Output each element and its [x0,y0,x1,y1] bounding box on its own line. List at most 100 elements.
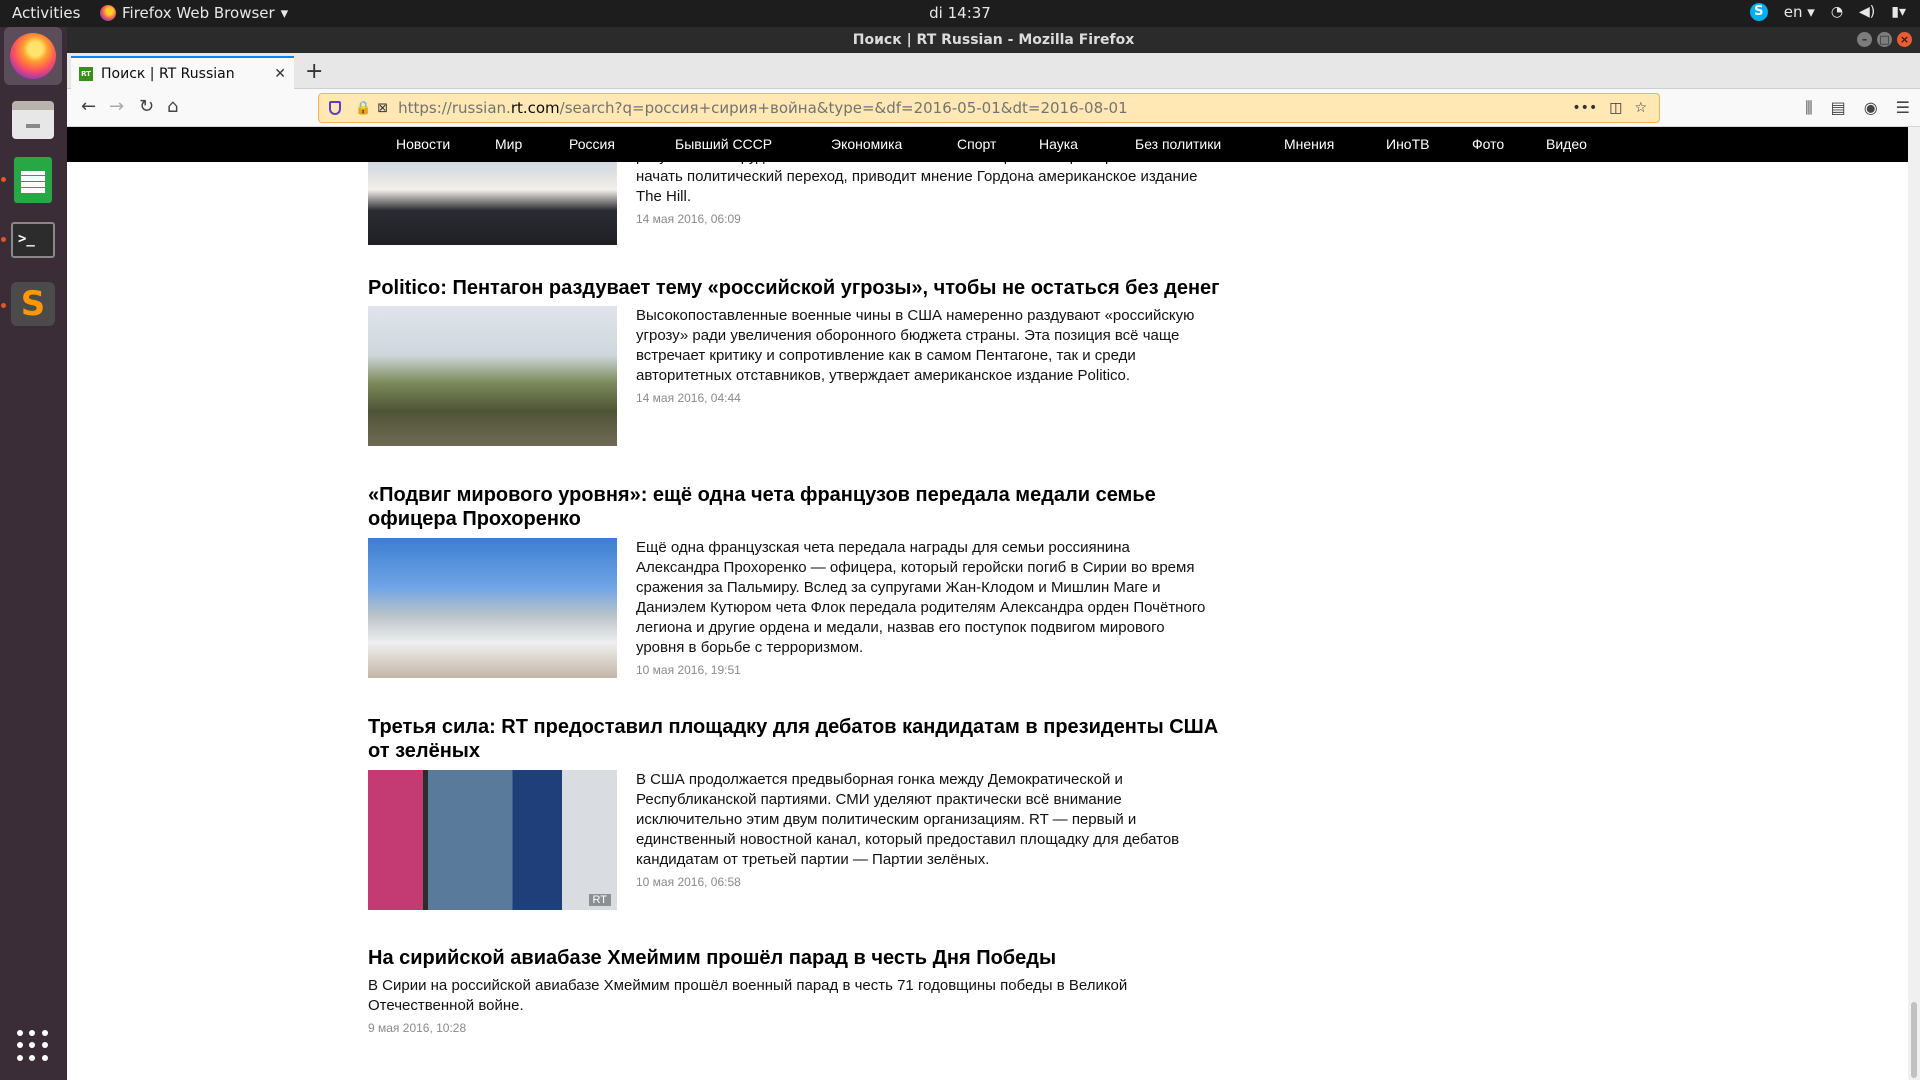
spreadsheet-icon [14,157,52,203]
article-image[interactable] [368,306,617,446]
dock-terminal[interactable]: >_ [4,211,62,269]
article-date: 10 мая 2016, 06:58 [636,875,741,889]
window-title-bar[interactable]: Поиск | RT Russian - Mozilla Firefox – □… [67,27,1920,53]
site-nav-item-world[interactable]: Мир [495,136,522,152]
dock-files[interactable] [4,91,62,149]
toolbar-right: ⫼ ▤ ◉ ☰ [1805,98,1910,118]
grid-dot [41,1054,48,1061]
article-headline[interactable]: На сирийской авиабазе Хмеймим прошёл пар… [368,946,1228,970]
article-image[interactable] [368,538,617,678]
article-date: 9 мая 2016, 10:28 [368,1021,467,1035]
site-nav-item-opinions[interactable]: Мнения [1284,136,1334,152]
show-applications-button[interactable] [17,1030,49,1062]
new-tab-button[interactable]: + [305,59,323,84]
site-nav-item-video[interactable]: Видео [1546,136,1587,152]
search-result: На сирийской авиабазе Хмеймим прошёл пар… [368,946,1228,1038]
url-text[interactable]: https://russian.rt.com/search?q=россия+с… [398,99,1572,117]
minimize-button[interactable]: – [1857,32,1872,47]
article-teaser: В США продолжается предвыборная гонка ме… [636,770,1216,892]
window-controls: – □ × [1857,32,1912,47]
running-indicator [1,303,6,308]
article-headline[interactable]: Третья сила: RT предоставил площадку для… [368,715,1228,763]
sidebar-icon[interactable]: ▤ [1831,98,1846,118]
grid-dot [41,1042,48,1049]
maximize-button[interactable]: □ [1877,32,1892,47]
activities-button[interactable]: Activities [12,4,80,22]
article-teaser: Высокопоставленные военные чины в США на… [636,306,1216,408]
page-scrollbar[interactable] [1908,127,1920,1080]
battery-icon[interactable]: ▮▾ [1891,4,1906,20]
site-nav-item-inotv[interactable]: ИноТВ [1386,136,1429,152]
site-nav-item-science[interactable]: Наука [1039,136,1078,152]
running-indicator [1,177,6,182]
search-result: «Подвиг мирового уровня»: ещё одна чета … [368,483,1228,678]
site-nav-item-no-politics[interactable]: Без политики [1135,136,1221,152]
volume-icon[interactable]: ◀) [1859,4,1875,20]
article-date: 14 мая 2016, 04:44 [636,391,741,405]
reload-button[interactable]: ↻ [139,96,154,117]
grid-dot [17,1054,23,1061]
dock: >_ S [0,27,67,1080]
grid-dot [29,1042,36,1049]
tab-rt-search[interactable]: RT Поиск | RT Russian ✕ [71,56,294,89]
skype-icon[interactable]: S [1749,3,1768,21]
terminal-icon: >_ [11,222,55,258]
sublime-text-icon: S [11,282,55,326]
firefox-icon [10,33,56,79]
article-teaser: Ещё одна французская чета передала награ… [636,538,1216,680]
tab-strip: RT Поиск | RT Russian ✕ + [67,53,1920,89]
pocket-icon[interactable]: ◫ [1609,100,1622,116]
search-result: Politico: Пентагон раздувает тему «росси… [368,276,1228,446]
back-button[interactable]: ← [81,96,96,117]
running-indicator [1,237,6,242]
close-window-button[interactable]: × [1897,32,1912,47]
grid-dot [17,1030,23,1036]
grid-dot [17,1042,23,1049]
files-icon [12,101,54,139]
lock-icon[interactable]: 🔒 [355,101,371,116]
wifi-icon[interactable]: ◔ [1831,4,1843,20]
tab-title: Поиск | RT Russian [101,65,235,82]
scrollbar-thumb[interactable] [1911,1002,1917,1078]
article-date: 14 мая 2016, 06:09 [636,212,741,226]
permissions-icon[interactable]: ⊠ [377,101,388,116]
dock-calc[interactable] [4,151,62,209]
article-headline[interactable]: «Подвиг мирового уровня»: ещё одна чета … [368,483,1228,531]
app-menu-label: Firefox Web Browser [122,4,275,22]
dock-firefox[interactable] [4,27,62,85]
site-navigation: Новости Мир Россия Бывший СССР Экономика… [67,127,1908,162]
page-actions-icon[interactable]: ••• [1572,100,1597,116]
grid-dot [29,1054,36,1061]
close-tab-icon[interactable]: ✕ [274,66,286,82]
grid-dot [29,1030,36,1036]
site-nav-item-russia[interactable]: Россия [569,136,615,152]
firefox-icon [100,5,116,21]
library-icon[interactable]: ⫼ [1805,98,1812,118]
site-nav-item-photo[interactable]: Фото [1472,136,1504,152]
window-title: Поиск | RT Russian - Mozilla Firefox [852,32,1135,48]
chevron-down-icon: ▾ [280,4,289,22]
site-nav-item-sport[interactable]: Спорт [957,136,996,152]
site-nav-item-ex-ussr[interactable]: Бывший СССР [675,136,772,152]
site-nav-item-economy[interactable]: Экономика [831,136,902,152]
article-image[interactable]: RT [368,770,617,910]
forward-button[interactable]: → [109,96,124,117]
app-menu[interactable]: Firefox Web Browser ▾ [100,4,288,22]
gnome-top-bar: Activities Firefox Web Browser ▾ di 14:3… [0,0,1920,27]
bookmark-star-icon[interactable]: ☆ [1634,100,1647,116]
rt-logo-text: RT [588,894,611,906]
article-headline[interactable]: Politico: Пентагон раздувает тему «росси… [368,276,1228,300]
rt-favicon-icon: RT [79,66,93,81]
url-bar[interactable]: 🔒 ⊠ https://russian.rt.com/search?q=росс… [318,93,1660,123]
navigation-toolbar: ← → ↻ ⌂ 🔒 ⊠ https://russian.rt.com/searc… [67,89,1920,127]
article-date: 10 мая 2016, 19:51 [636,663,741,677]
tracking-shield-icon[interactable] [329,101,341,115]
site-nav-item-news[interactable]: Новости [396,136,450,152]
hamburger-menu-icon[interactable]: ☰ [1896,98,1910,118]
dock-sublime[interactable]: S [4,275,62,333]
account-icon[interactable]: ◉ [1864,98,1878,118]
language-indicator[interactable]: en ▾ [1784,3,1815,21]
home-button[interactable]: ⌂ [167,96,178,117]
page-viewport: разумнее в сотрудничестве с Россией восс… [67,127,1920,1080]
search-result: Третья сила: RT предоставил площадку для… [368,715,1228,910]
